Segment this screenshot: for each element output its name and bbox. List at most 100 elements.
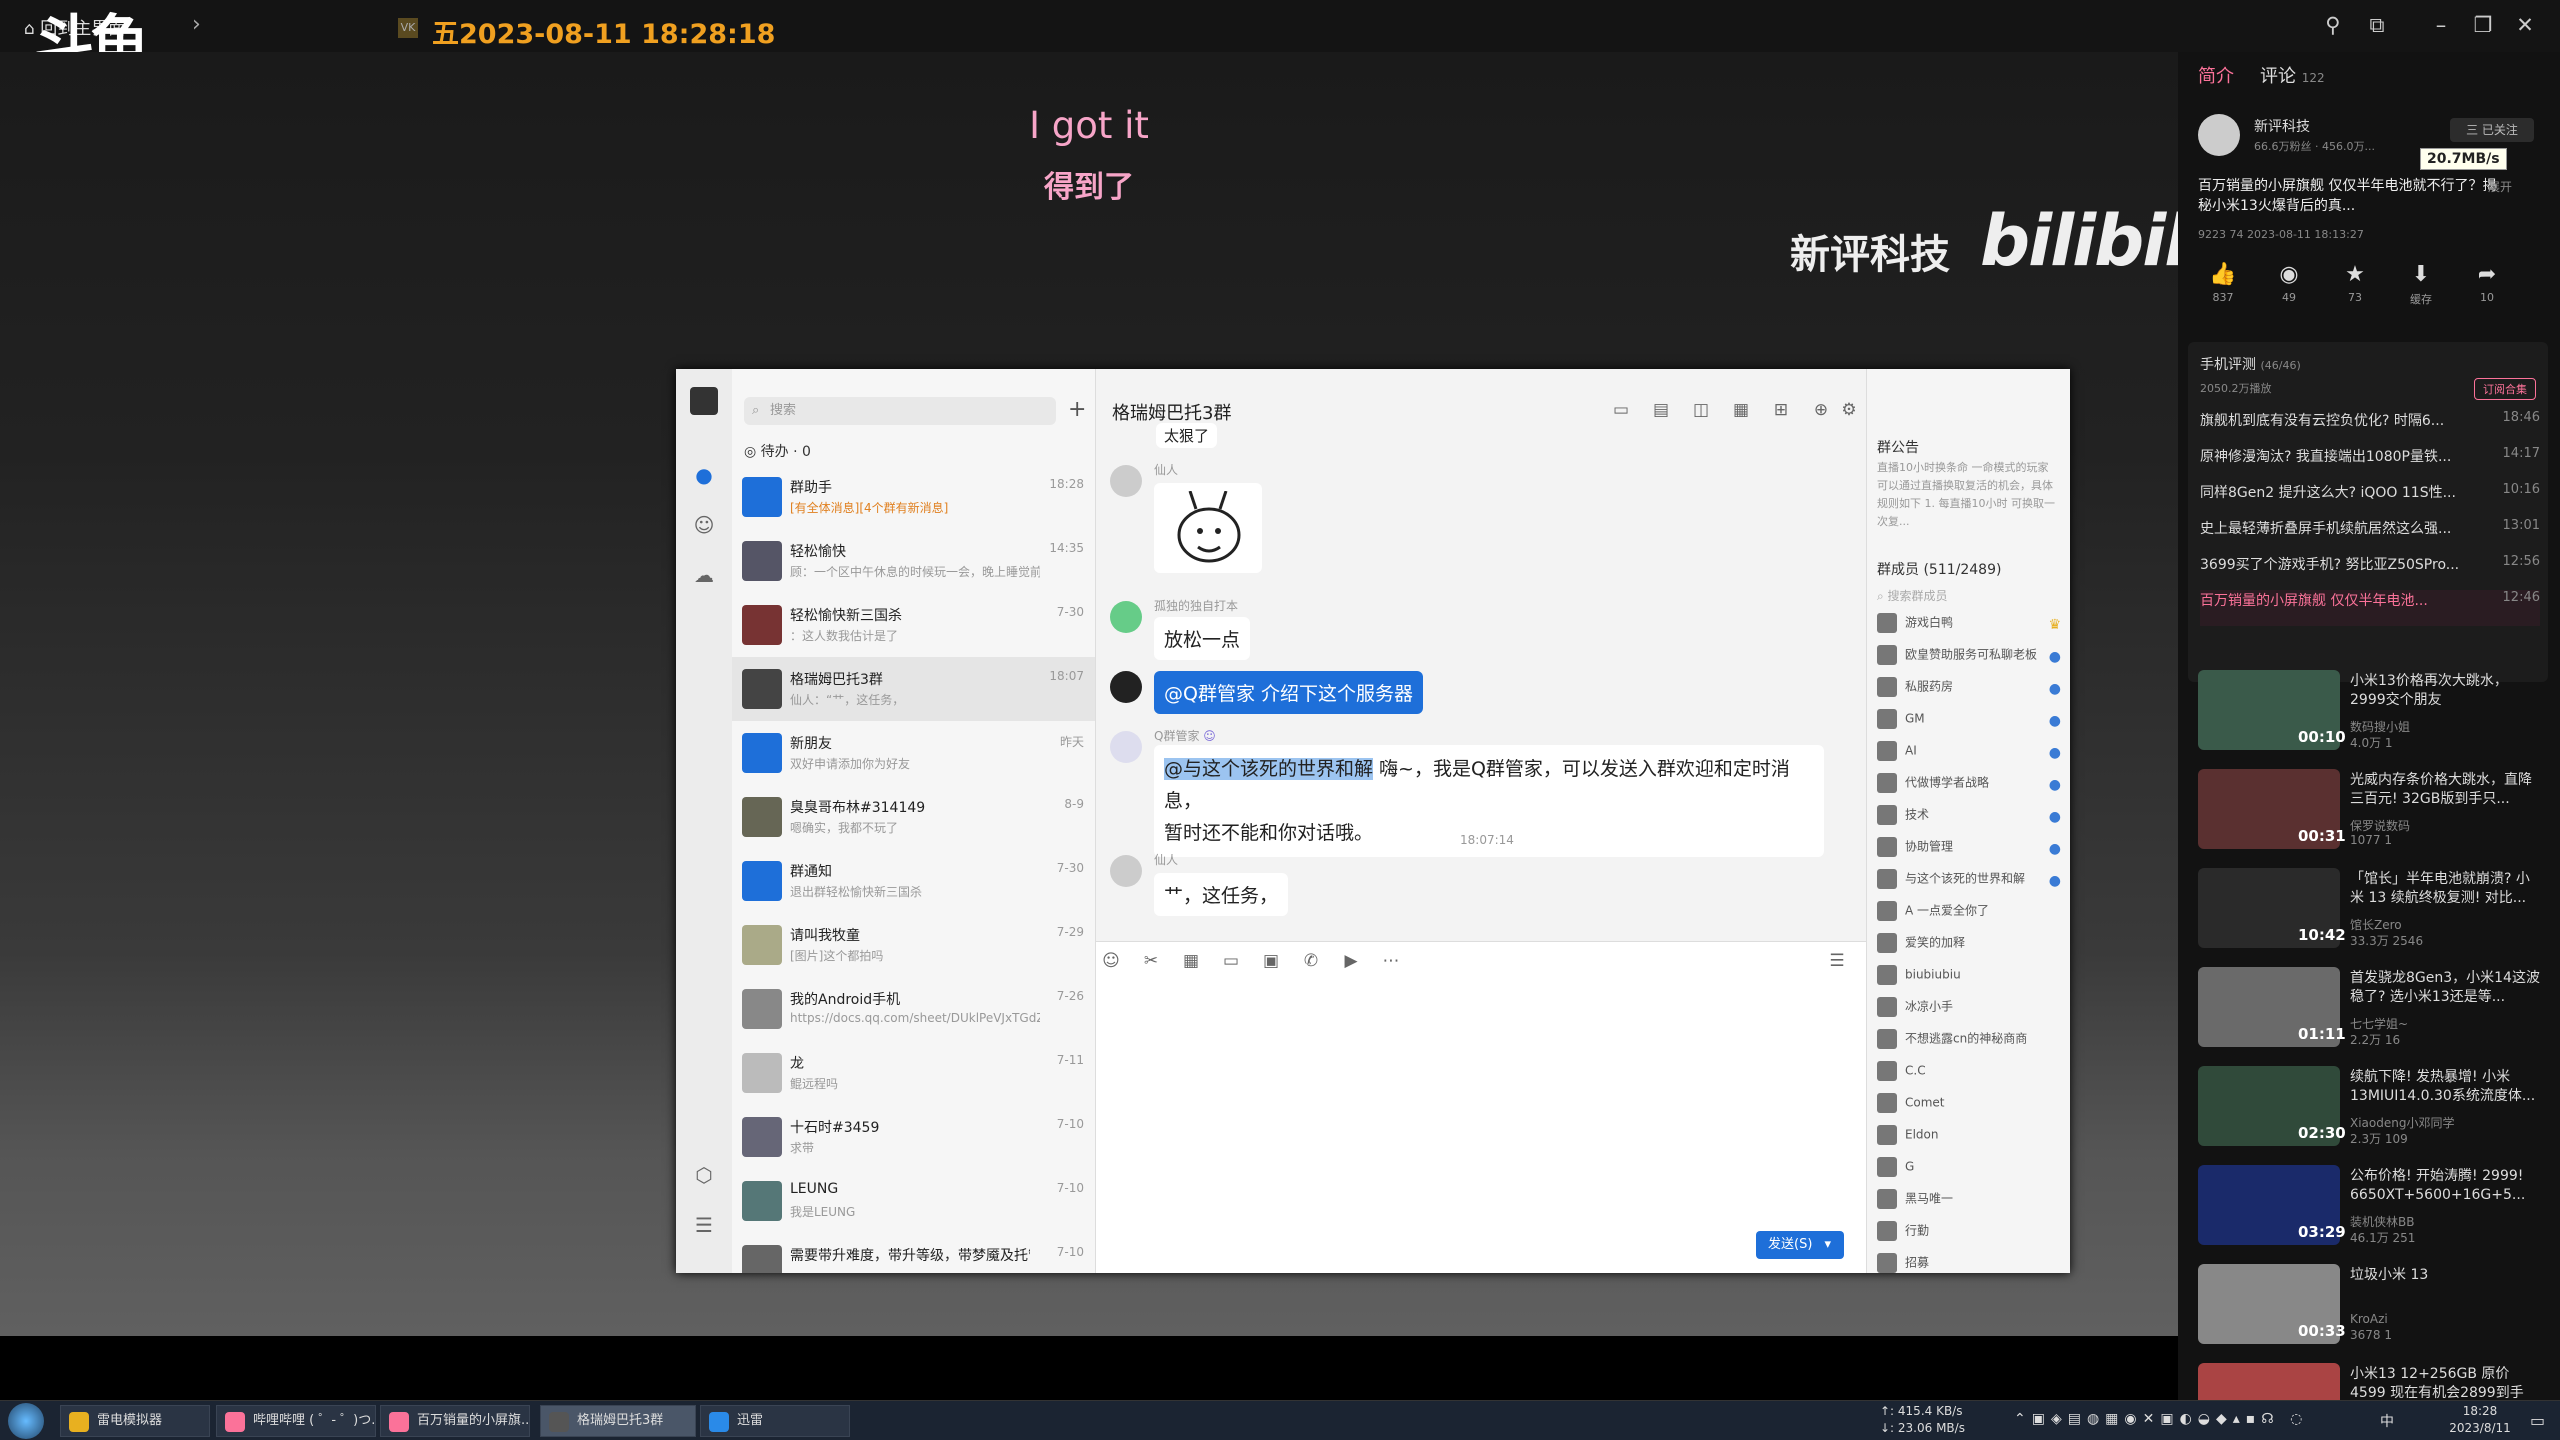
conversation-item[interactable]: 需要带升难度，带升等级，带梦魇及托管 7-10 [732,1233,1095,1273]
collection-item[interactable]: 3699买了个游戏手机? 努比亚Z50SPro... 12:56 [2200,554,2540,590]
chevron-down-icon[interactable]: ▾ [1825,1237,1832,1252]
settings-icon[interactable]: ⚙ [1838,399,1860,421]
member-item[interactable]: Eldon [1877,1125,2067,1157]
taskbar-item[interactable]: 雷电模拟器 [60,1405,210,1437]
taskbar-item[interactable]: 哔哩哔哩 ( ゜- ゜)つ... [216,1405,376,1437]
action-button[interactable]: ⬇ 缓存 [2396,262,2446,307]
member-item[interactable]: 行勤 [1877,1221,2067,1253]
image-send-icon[interactable]: ▦ [1180,950,1202,972]
member-item[interactable]: 不想逃露cn的神秘商商 [1877,1029,2067,1061]
action-button[interactable]: ◉ 49 [2264,262,2314,304]
conversation-item[interactable]: 轻松愉快新三国杀 ：这人数我估计是了 7-30 [732,593,1095,657]
recommend-item[interactable]: 00:31 光威内存条价格大跳水，直降三百元! 32GB版到手只... 保罗说数码 1… [2198,769,2558,857]
sender-avatar[interactable] [1110,601,1142,633]
sender-avatar[interactable] [1110,465,1142,497]
taskbar-item[interactable]: 迅雷 [700,1405,850,1437]
expand-link[interactable]: 展开 [2488,178,2512,195]
follow-button[interactable]: 三 已关注 [2450,118,2534,142]
member-item[interactable]: 黑马唯一 [1877,1189,2067,1221]
search-input[interactable]: ⌕ 搜索 [744,397,1056,425]
more-icon[interactable]: ⋯ [1380,950,1402,972]
member-item[interactable]: 技术 ● [1877,805,2067,837]
conversation-item[interactable]: 格瑞姆巴托3群 仙人：“艹，这任务， 18:07 [732,657,1095,721]
members-title[interactable]: 群成员 (511/2489) [1877,559,2001,579]
file-icon[interactable]: ▭ [1220,950,1242,972]
history-icon[interactable]: ☰ [1826,950,1848,972]
close-icon[interactable]: ✕ [2510,10,2540,40]
conversation-item[interactable]: 臭臭哥布林#314149 嗯确实，我都不玩了 8-9 [732,785,1095,849]
member-item[interactable]: C.C [1877,1061,2067,1093]
conversation-item[interactable]: 群助手 [有全体消息][4个群有新消息] 18:28 [732,465,1095,529]
member-item[interactable]: 代做博学者战略 ● [1877,773,2067,805]
announcement-title[interactable]: 群公告 [1877,437,1919,457]
action-button[interactable]: ★ 73 [2330,262,2380,304]
clock[interactable]: 18:28 2023/8/11 [2440,1403,2520,1437]
recommend-item[interactable]: 02:30 续航下降! 发热暴增! 小米13MIUI14.0.30系统流度体...… [2198,1066,2558,1154]
minimize-icon[interactable]: – [2426,10,2456,40]
uploader-avatar[interactable] [2198,114,2240,156]
pin-icon[interactable]: ⚲ [2318,10,2348,40]
conversation-item[interactable]: 群通知 退出群轻松愉快新三国杀 7-30 [732,849,1095,913]
pip-icon[interactable]: ⧉ [2362,10,2392,40]
menu-icon[interactable]: ☰ [690,1211,718,1239]
member-item[interactable]: A 一点爱全你了 [1877,901,2067,933]
conversation-item[interactable]: 轻松愉快顾：一个区中午休息的时候玩一会，晚上睡觉前玩一会 14:35 [732,529,1095,593]
conversation-item[interactable]: 十石时#3459 求带 7-10 [732,1105,1095,1169]
members-search[interactable]: ⌕ 搜索群成员 [1877,587,1948,604]
message-icon[interactable]: ● [690,461,718,489]
conversation-item[interactable]: 请叫我牧童 [图片]这个都拍吗 7-29 [732,913,1095,977]
action-button[interactable]: ➦ 10 [2462,262,2512,304]
member-item[interactable]: 游戏白鸭 ♛ [1877,613,2067,645]
member-item[interactable]: G [1877,1157,2067,1189]
collection-item[interactable]: 百万销量的小屏旗舰 仅仅半年电池... 12:46 [2200,590,2540,626]
emoji-icon[interactable]: ☺ [1100,950,1122,972]
contacts-icon[interactable]: ☺ [690,511,718,539]
recommend-item[interactable]: 01:11 首发骁龙8Gen3，小米14这波稳了? 选小米13还是等... 七七学姐… [2198,967,2558,1055]
start-button[interactable] [8,1403,44,1439]
tray-icons[interactable]: ⌃▣◈▤◍▦◉✕▣◐◒◆▴▪☊ ◌ [2014,1411,2308,1427]
member-item[interactable]: 私服药房 ● [1877,677,2067,709]
conversation-item[interactable]: LEUNG 我是LEUNG 7-10 [732,1169,1095,1233]
todo-row[interactable]: ◎ 待办 · 0 [744,441,811,461]
folder-icon[interactable]: ▭ [1610,399,1632,421]
scissors-icon[interactable]: ✂ [1140,950,1162,972]
restore-icon[interactable]: ❐ [2468,10,2498,40]
tab-comments[interactable]: 评论 122 [2260,62,2325,88]
send-button[interactable]: 发送(S) ▾ [1756,1231,1844,1259]
video-call-icon[interactable]: ▶ [1340,950,1362,972]
collection-item[interactable]: 原神修漫淘汰? 我直接端出1080P量铁... 14:17 [2200,446,2540,482]
recommend-item[interactable]: 00:33 垃圾小米 13 KroAzi 3678 1 [2198,1264,2558,1352]
message-input-area[interactable]: ☺ ✂ ▦ ▭ ▣ ✆ ▶ ⋯ ☰ [1096,941,1866,1273]
collection-title[interactable]: 手机评测 (46/46) [2200,354,2301,374]
member-item[interactable]: 与这个该死的世界和解 ● [1877,869,2067,901]
conversation-item[interactable]: 我的Android手机 https://docs.qq.com/sheet/DUk… [732,977,1095,1041]
subscribe-button[interactable]: 订阅合集 [2474,378,2536,400]
member-item[interactable]: 协助管理 ● [1877,837,2067,869]
taskbar-item[interactable]: 百万销量的小屏旗... [380,1405,530,1437]
collection-item[interactable]: 旗舰机到底有没有云控负优化? 时隔6... 18:46 [2200,410,2540,446]
phone-icon[interactable]: ✆ [1300,950,1322,972]
mention[interactable]: @与这个该死的世界和解 [1164,758,1374,780]
member-item[interactable]: 爱笑的加释 [1877,933,2067,965]
doc-icon[interactable]: ▤ [1650,399,1672,421]
member-item[interactable]: 招募 [1877,1253,2067,1285]
image-icon[interactable]: ▦ [1730,399,1752,421]
member-item[interactable]: GM ● [1877,709,2067,741]
add-icon[interactable]: + [1068,397,1086,422]
member-item[interactable]: Comet [1877,1093,2067,1125]
sender-avatar[interactable] [1110,855,1142,887]
bot-avatar[interactable] [1110,731,1142,763]
action-button[interactable]: 👍 837 [2198,262,2248,304]
recommend-item[interactable]: 03:29 公布价格! 开始涛腾! 2999! 6650XT+5600+16G+5… [2198,1165,2558,1253]
uploader-name[interactable]: 新评科技 [2254,116,2310,136]
conversation-item[interactable]: 新朋友 双好申请添加你为好友 昨天 [732,721,1095,785]
taskbar-item[interactable]: 格瑞姆巴托3群 [540,1405,696,1437]
notification-icon[interactable]: ▭ [2530,1411,2545,1430]
sender-avatar[interactable] [1110,671,1142,703]
app-icon[interactable]: ⬡ [690,1161,718,1189]
grid-icon[interactable]: ⊞ [1770,399,1792,421]
collection-item[interactable]: 史上最轻薄折叠屏手机续航居然这么强... 13:01 [2200,518,2540,554]
ime-indicator[interactable]: 中 [2380,1411,2394,1431]
sticker-image[interactable] [1154,483,1262,573]
member-item[interactable]: AI ● [1877,741,2067,773]
